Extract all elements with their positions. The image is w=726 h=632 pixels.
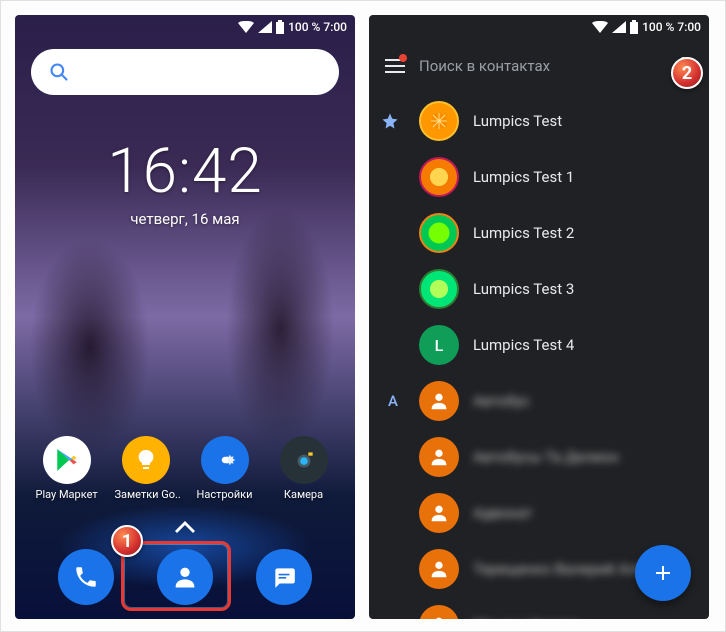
person-icon [428, 558, 450, 580]
contact-name: Автобусы Та Делион [473, 448, 619, 466]
dock-messages[interactable] [256, 549, 312, 605]
avatar [419, 493, 459, 533]
person-icon [428, 446, 450, 468]
status-battery-text: 100 % 7:00 [642, 20, 701, 34]
contacts-topbar: Поиск в контактах [369, 39, 709, 93]
avatar [419, 213, 459, 253]
contacts-screen: 100 % 7:00 Поиск в контактах Lumpics Tes… [369, 15, 709, 619]
wifi-icon [238, 21, 254, 33]
battery-icon [276, 20, 284, 34]
dock [15, 549, 355, 605]
gear-icon [212, 447, 238, 473]
dock-phone[interactable] [58, 549, 114, 605]
app-row: Play Маркет Заметки Go.. Настройки Камер… [15, 436, 355, 501]
plus-icon [651, 561, 675, 585]
cell-signal-icon [258, 21, 272, 33]
avatar [419, 605, 459, 619]
dock-contacts[interactable] [157, 549, 213, 605]
avatar: L [419, 325, 459, 365]
contact-row[interactable]: Автобусы Та Делион [369, 429, 709, 485]
person-icon [428, 614, 450, 619]
contact-row[interactable]: Lumpics Test 1 [369, 149, 709, 205]
contact-name: Lumpics Test [473, 112, 562, 130]
clock-time: 16:42 [15, 135, 355, 208]
callout-badge-2: 2 [671, 57, 703, 89]
avatar [419, 269, 459, 309]
contact-row[interactable]: Lumpics Test [369, 93, 709, 149]
play-store-icon [54, 447, 80, 473]
contact-name: Мишин Никита [473, 616, 579, 619]
clock-date: четверг, 16 мая [15, 210, 355, 228]
status-bar: 100 % 7:00 [15, 15, 355, 39]
avatar [419, 549, 459, 589]
star-icon [381, 112, 399, 130]
avatar [419, 437, 459, 477]
search-input[interactable]: Поиск в контактах [419, 57, 659, 75]
phone-icon [73, 564, 99, 590]
messages-icon [271, 564, 297, 590]
app-play-market[interactable]: Play Маркет [36, 436, 98, 501]
menu-button[interactable] [375, 46, 415, 86]
clock-widget[interactable]: 16:42 четверг, 16 мая [15, 135, 355, 228]
home-screen: 100 % 7:00 16:42 четверг, 16 мая Play Ма… [15, 15, 355, 619]
search-icon [49, 62, 69, 82]
person-icon [171, 563, 199, 591]
contact-row[interactable]: L Lumpics Test 4 [369, 317, 709, 373]
contact-name: Автобус [473, 392, 530, 410]
contact-name: Lumpics Test 1 [473, 168, 574, 186]
battery-icon [630, 20, 638, 34]
contact-row[interactable]: A Автобус [369, 373, 709, 429]
contact-row[interactable]: Адвокат [369, 485, 709, 541]
status-battery-text: 100 % 7:00 [288, 20, 347, 34]
status-bar: 100 % 7:00 [369, 15, 709, 39]
app-camera[interactable]: Камера [273, 436, 335, 501]
app-drawer-handle[interactable] [175, 521, 195, 533]
app-settings[interactable]: Настройки [194, 436, 256, 501]
chevron-up-icon [175, 521, 195, 533]
lightbulb-icon [134, 448, 158, 472]
camera-icon [291, 447, 317, 473]
wifi-icon [592, 21, 608, 33]
contact-row[interactable]: Lumpics Test 3 [369, 261, 709, 317]
contact-name: Lumpics Test 2 [473, 224, 574, 242]
avatar [419, 381, 459, 421]
avatar [419, 101, 459, 141]
contact-name: Lumpics Test 3 [473, 280, 574, 298]
contact-name: Адвокат [473, 504, 532, 522]
section-letter: A [381, 392, 405, 410]
google-search-bar[interactable] [31, 49, 339, 95]
add-contact-fab[interactable] [635, 545, 691, 601]
person-icon [428, 502, 450, 524]
avatar [419, 157, 459, 197]
contact-name: Lumpics Test 4 [473, 336, 574, 354]
contact-row[interactable]: Lumpics Test 2 [369, 205, 709, 261]
cell-signal-icon [612, 21, 626, 33]
person-icon [428, 390, 450, 412]
notification-dot-icon [399, 54, 407, 62]
app-keep[interactable]: Заметки Go.. [115, 436, 177, 501]
